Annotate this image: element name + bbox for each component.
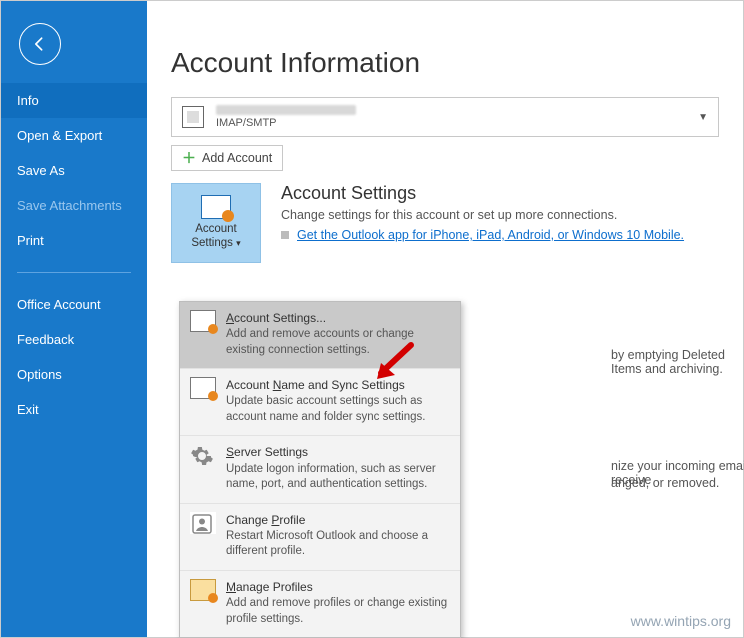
gear-icon xyxy=(208,391,218,401)
sidebar-item-exit[interactable]: Exit xyxy=(1,392,147,427)
sidebar-item-office-account[interactable]: Office Account xyxy=(1,287,147,322)
account-type-label: IMAP/SMTP xyxy=(216,117,356,129)
account-texts: IMAP/SMTP xyxy=(216,105,356,129)
sidebar-item-feedback[interactable]: Feedback xyxy=(1,322,147,357)
sidebar-separator xyxy=(17,272,131,273)
dropdown-item-title: Server Settings xyxy=(226,444,450,460)
account-settings-dropdown: Account Settings... Add and remove accou… xyxy=(179,301,461,638)
account-settings-tile[interactable]: AccountSettings xyxy=(171,183,261,263)
account-selector[interactable]: IMAP/SMTP ▼ xyxy=(171,97,719,137)
dropdown-item-change-profile[interactable]: Change Profile Restart Microsoft Outlook… xyxy=(180,504,460,571)
plus-icon: ＋ xyxy=(182,151,196,165)
get-outlook-app-link[interactable]: Get the Outlook app for iPhone, iPad, An… xyxy=(297,228,684,242)
account-settings-tile-label: AccountSettings xyxy=(191,223,240,251)
dropdown-item-account-name-sync[interactable]: Account Name and Sync Settings Update ba… xyxy=(180,369,460,436)
sidebar-item-open-export[interactable]: Open & Export xyxy=(1,118,147,153)
chevron-down-icon: ▼ xyxy=(698,112,708,123)
account-settings-description: Account Settings Change settings for thi… xyxy=(281,183,684,263)
gear-icon xyxy=(208,593,218,603)
account-icon xyxy=(182,106,204,128)
back-button[interactable] xyxy=(19,23,61,65)
dropdown-item-server-settings[interactable]: Server Settings Update logon information… xyxy=(180,436,460,503)
account-settings-heading: Account Settings xyxy=(281,183,684,204)
dropdown-item-desc: Update logon information, such as server… xyxy=(226,462,450,493)
sidebar-item-print[interactable]: Print xyxy=(1,223,147,258)
account-name-sync-icon xyxy=(190,377,216,399)
back-arrow-icon xyxy=(30,34,50,54)
bg-partial-text-3: anged, or removed. xyxy=(611,476,719,490)
server-settings-gear-icon xyxy=(190,444,216,466)
manage-profiles-icon xyxy=(190,579,216,601)
add-account-label: Add Account xyxy=(202,151,272,165)
account-name-redacted xyxy=(216,105,356,115)
backstage-sidebar: Info Open & Export Save As Save Attachme… xyxy=(1,1,147,637)
dropdown-item-desc: Restart Microsoft Outlook and choose a d… xyxy=(226,529,450,560)
dropdown-item-title: Account Name and Sync Settings xyxy=(226,377,450,393)
sidebar-item-info[interactable]: Info xyxy=(1,83,147,118)
account-settings-item-icon xyxy=(190,310,216,332)
account-settings-tile-icon xyxy=(201,195,231,219)
watermark: www.wintips.org xyxy=(631,613,731,629)
gear-icon xyxy=(208,324,218,334)
change-profile-icon xyxy=(190,512,216,534)
dropdown-item-desc: Add and remove profiles or change existi… xyxy=(226,596,450,627)
dropdown-item-account-settings[interactable]: Account Settings... Add and remove accou… xyxy=(180,302,460,369)
dropdown-item-title: Manage Profiles xyxy=(226,579,450,595)
dropdown-item-manage-profiles[interactable]: Manage Profiles Add and remove profiles … xyxy=(180,571,460,637)
page-title: Account Information xyxy=(171,47,719,79)
sidebar-item-save-as[interactable]: Save As xyxy=(1,153,147,188)
dropdown-item-title: Change Profile xyxy=(226,512,450,528)
dropdown-item-title: Account Settings... xyxy=(226,310,450,326)
bg-partial-text-1: by emptying Deleted Items and archiving. xyxy=(611,348,743,376)
dropdown-item-desc: Add and remove accounts or change existi… xyxy=(226,327,450,358)
sidebar-item-save-attachments: Save Attachments xyxy=(1,188,147,223)
sidebar-item-options[interactable]: Options xyxy=(1,357,147,392)
add-account-button[interactable]: ＋ Add Account xyxy=(171,145,283,171)
account-settings-subtext: Change settings for this account or set … xyxy=(281,208,684,222)
dropdown-item-desc: Update basic account settings such as ac… xyxy=(226,394,450,425)
gear-icon xyxy=(222,210,234,222)
bullet-icon xyxy=(281,231,289,239)
